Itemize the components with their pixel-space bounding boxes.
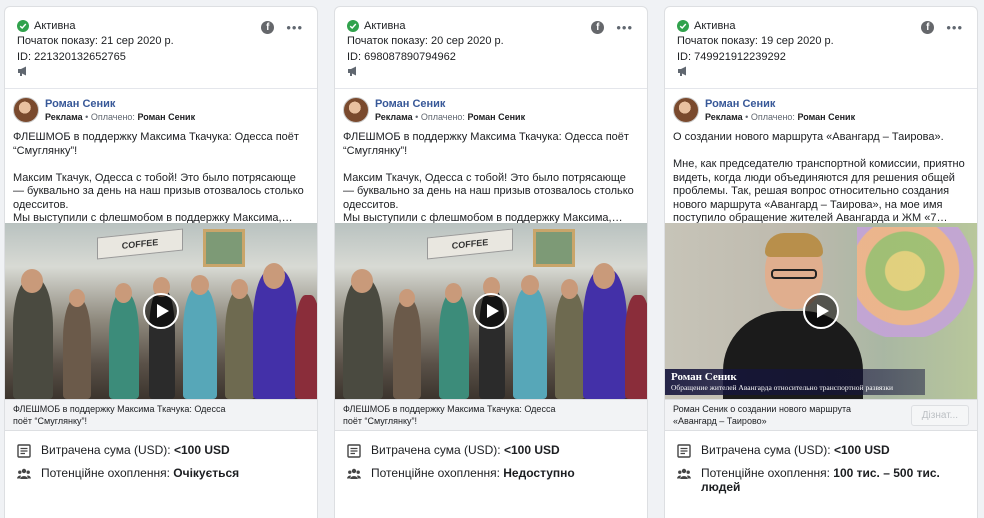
sponsored-line: Реклама • Оплачено: Роман Сеник — [45, 111, 196, 122]
paid-by-name: Роман Сеник — [137, 111, 196, 122]
video-caption: ФЛЕШМОБ в поддержку Максима Ткачука: Оде… — [343, 404, 556, 426]
video-thumbnail[interactable]: COFFEE — [5, 223, 317, 399]
check-circle-icon — [677, 20, 689, 32]
check-circle-icon — [347, 20, 359, 32]
page-name-link[interactable]: Роман Сеник — [705, 98, 855, 111]
post-text: ФЛЕШМОБ в поддержку Максима Ткачука: Оде… — [13, 131, 304, 223]
spend-value: <100 USD — [833, 443, 890, 457]
status-text: Активна — [694, 20, 736, 32]
ad-id: ID: 221320132652765 — [17, 51, 126, 63]
ad-stats: Витрачена сума (USD): <100 USD Потенційн… — [5, 431, 317, 481]
facebook-icon: f — [261, 21, 275, 34]
video-caption: ФЛЕШМОБ в поддержку Максима Ткачука: Оде… — [13, 404, 226, 426]
people-icon — [347, 468, 361, 479]
facebook-icon: f — [921, 21, 935, 34]
ad-id: ID: 749921912239292 — [677, 51, 786, 63]
people-icon — [17, 468, 31, 479]
more-options-icon[interactable]: ••• — [286, 21, 303, 34]
wall-painting — [533, 229, 575, 267]
spend-value: <100 USD — [173, 443, 230, 457]
ad-card: Активна Початок показу: 19 сер 2020 р. I… — [664, 6, 978, 518]
coffee-sign: COFFEE — [427, 228, 513, 260]
reach-value: Недоступно — [503, 466, 575, 480]
receipt-icon — [347, 444, 361, 458]
spend-label: Витрачена сума (USD): — [701, 443, 831, 457]
link-caption-bar[interactable]: Роман Сеник о создании нового маршрута «… — [665, 399, 977, 431]
receipt-icon — [17, 444, 31, 458]
paid-by-label: Оплачено: — [420, 111, 465, 122]
wall-map — [857, 227, 977, 337]
megaphone-icon — [348, 66, 356, 76]
ad-status-section: Активна Початок показу: 19 сер 2020 р. I… — [665, 7, 977, 89]
paid-by-name: Роман Сеник — [797, 111, 856, 122]
avatar[interactable] — [673, 97, 699, 123]
coffee-sign: COFFEE — [97, 228, 183, 260]
video-lower-third: Роман Сеник Обращение жителей Авангарда … — [665, 369, 925, 395]
people-icon — [677, 468, 691, 479]
sponsored-label: Реклама — [45, 111, 83, 122]
lower-third-name: Роман Сеник — [671, 371, 737, 383]
play-icon[interactable] — [803, 293, 839, 329]
paid-by-name: Роман Сеник — [467, 111, 526, 122]
reach-label: Потенційне охоплення: — [41, 466, 170, 480]
lower-third-desc: Обращение жителей Авангарда относительно… — [671, 383, 894, 392]
post-header: Роман Сеник Реклама • Оплачено: Роман Се… — [335, 89, 647, 127]
status-text: Активна — [364, 20, 406, 32]
start-date: Початок показу: 21 сер 2020 р. — [17, 35, 174, 47]
ad-id: ID: 698087890794962 — [347, 51, 456, 63]
sponsored-label: Реклама — [375, 111, 413, 122]
post-header: Роман Сеник Реклама • Оплачено: Роман Се… — [665, 89, 977, 127]
page-name-link[interactable]: Роман Сеник — [375, 98, 525, 111]
spend-label: Витрачена сума (USD): — [371, 443, 501, 457]
learn-more-button[interactable]: Дізнат... — [910, 404, 969, 426]
play-icon[interactable] — [473, 293, 509, 329]
link-caption-bar[interactable]: ФЛЕШМОБ в поддержку Максима Ткачука: Оде… — [335, 399, 647, 431]
post-header: Роман Сеник Реклама • Оплачено: Роман Се… — [5, 89, 317, 127]
spend-value: <100 USD — [503, 443, 560, 457]
paid-by-label: Оплачено: — [750, 111, 795, 122]
sponsored-line: Реклама • Оплачено: Роман Сеник — [375, 111, 526, 122]
megaphone-icon — [18, 66, 26, 76]
avatar[interactable] — [13, 97, 39, 123]
spend-label: Витрачена сума (USD): — [41, 443, 171, 457]
start-date: Початок показу: 19 сер 2020 р. — [677, 35, 834, 47]
video-caption: Роман Сеник о создании нового маршрута «… — [673, 404, 852, 426]
ad-status-section: Активна Початок показу: 20 сер 2020 р. I… — [335, 7, 647, 89]
avatar[interactable] — [343, 97, 369, 123]
ad-stats: Витрачена сума (USD): <100 USD Потенційн… — [665, 431, 977, 494]
sponsored-label: Реклама — [705, 111, 743, 122]
reach-value: Очікується — [173, 466, 240, 480]
sponsored-line: Реклама • Оплачено: Роман Сеник — [705, 111, 856, 122]
ad-card: Активна Початок показу: 21 сер 2020 р. I… — [4, 6, 318, 518]
page-name-link[interactable]: Роман Сеник — [45, 98, 195, 111]
facebook-icon: f — [591, 21, 605, 34]
start-date: Початок показу: 20 сер 2020 р. — [347, 35, 504, 47]
status-text: Активна — [34, 20, 76, 32]
ad-stats: Витрачена сума (USD): <100 USD Потенційн… — [335, 431, 647, 481]
paid-by-label: Оплачено: — [90, 111, 135, 122]
play-icon[interactable] — [143, 293, 179, 329]
post-text: О создании нового маршрута «Авангард – Т… — [673, 131, 965, 223]
ad-status-section: Активна Початок показу: 21 сер 2020 р. I… — [5, 7, 317, 89]
check-circle-icon — [17, 20, 29, 32]
receipt-icon — [677, 444, 691, 458]
video-thumbnail[interactable]: COFFEE — [335, 223, 647, 399]
megaphone-icon — [678, 66, 686, 76]
video-thumbnail[interactable]: Роман Сеник Обращение жителей Авангарда … — [665, 223, 977, 399]
link-caption-bar[interactable]: ФЛЕШМОБ в поддержку Максима Ткачука: Оде… — [5, 399, 317, 431]
reach-label: Потенційне охоплення: — [371, 466, 500, 480]
ad-card: Активна Початок показу: 20 сер 2020 р. I… — [334, 6, 648, 518]
reach-label: Потенційне охоплення: — [701, 466, 830, 480]
post-text: ФЛЕШМОБ в поддержку Максима Ткачука: Оде… — [343, 131, 634, 223]
wall-painting — [203, 229, 245, 267]
more-options-icon[interactable]: ••• — [946, 21, 963, 34]
more-options-icon[interactable]: ••• — [616, 21, 633, 34]
